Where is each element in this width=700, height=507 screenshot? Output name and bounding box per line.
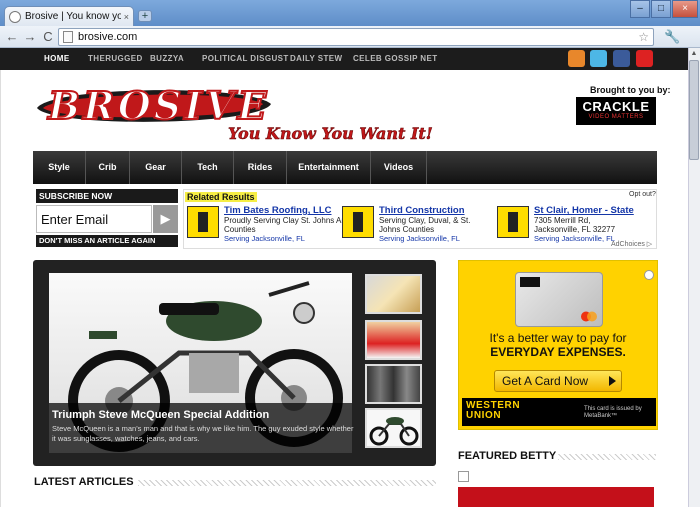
wrench-menu-icon[interactable]: 🔧 (664, 29, 680, 45)
western-union-logo: WESTERN UNION (466, 401, 520, 421)
sponsor-label: Brought to you by: (590, 85, 671, 95)
topnav-home[interactable]: HOME (44, 54, 70, 63)
ad-close-icon[interactable] (644, 270, 654, 280)
url-text[interactable]: brosive.com (78, 31, 638, 43)
featured-betty-image[interactable] (458, 487, 654, 507)
latest-articles-heading: LATEST ARTICLES (34, 476, 134, 488)
ad-listing-title[interactable]: St Clair, Homer - State (534, 205, 634, 216)
favicon-icon (9, 10, 21, 23)
sponsor-sub: VIDEO MATTERS (588, 114, 644, 120)
rss-icon[interactable] (568, 50, 585, 67)
cat-rides[interactable]: Rides (234, 151, 287, 184)
maximize-button[interactable]: □ (651, 0, 671, 18)
scrollbar-thumb[interactable] (689, 60, 699, 160)
category-nav: Style Crib Gear Tech Rides Entertainment… (33, 151, 657, 184)
tab-title: Brosive | You know you want it (25, 11, 121, 22)
browser-toolbar: ← → C brosive.com ☆ 🔧 (0, 26, 700, 48)
slider-thumb[interactable] (365, 320, 422, 360)
scroll-up-arrow[interactable]: ▲ (689, 49, 699, 59)
featured-description: Steve McQueen is a man's man and that is… (52, 424, 354, 443)
topnav-daily-stew[interactable]: DAILY STEW (290, 54, 342, 63)
page-icon (63, 31, 73, 43)
ad-opt-out-link[interactable]: Opt out? (629, 191, 656, 198)
cat-entertainment[interactable]: Entertainment (287, 151, 371, 184)
subscribe-heading: SUBSCRIBE NOW (36, 189, 178, 203)
wu-ad-line2: EVERYDAY EXPENSES. (490, 345, 626, 359)
cat-gear[interactable]: Gear (130, 151, 182, 184)
slider-thumb[interactable] (365, 408, 422, 448)
back-button[interactable]: ← (4, 29, 20, 45)
address-bar[interactable]: brosive.com ☆ (58, 28, 654, 46)
wu-card-note: This card is issued by MetaBank™ (584, 406, 642, 419)
reload-button[interactable]: C (40, 29, 56, 45)
browser-tab[interactable]: Brosive | You know you want it × (4, 6, 134, 26)
featured-betty-heading: FEATURED BETTY (458, 450, 557, 462)
cat-tech[interactable]: Tech (182, 151, 234, 184)
heading-divider (138, 480, 436, 486)
topnav-celeb-gossip[interactable]: CELEB GOSSIP NET (353, 54, 438, 63)
ad-listing: St Clair, Homer - State 7305 Merrill Rd,… (534, 205, 634, 243)
prepaid-card-image (515, 272, 603, 327)
crackle-sponsor-logo[interactable]: CRACKLE VIDEO MATTERS (576, 97, 656, 125)
cat-style[interactable]: Style (33, 151, 86, 184)
email-input[interactable] (36, 205, 152, 233)
sponsor-name: CRACKLE (582, 99, 650, 114)
ad-listing-desc: Serving Clay, Duval, & St. Johns Countie… (379, 216, 471, 234)
cat-crib[interactable]: Crib (86, 151, 130, 184)
featured-title[interactable]: Triumph Steve McQueen Special Addition (52, 409, 269, 421)
facebook-icon[interactable] (613, 50, 630, 67)
topnav-buzzya[interactable]: BUZZYA (150, 54, 184, 63)
logo-text: BROSIVE (47, 83, 270, 129)
topnav-therugged[interactable]: THERUGGED (88, 54, 143, 63)
ad-listing-desc: 7305 Merrill Rd, Jacksonville, FL 32277 (534, 216, 616, 234)
ad-listing: Third Construction Serving Clay, Duval, … (379, 205, 489, 243)
mastercard-icon (581, 311, 597, 322)
ad-header: Related Results (185, 192, 257, 202)
yellow-pages-icon (497, 206, 529, 238)
wu-brand-line2: UNION (466, 410, 502, 421)
minimize-button[interactable]: – (630, 0, 650, 18)
subscribe-footer: DON'T MISS AN ARTICLE AGAIN (36, 235, 178, 247)
slider-thumb[interactable] (365, 274, 422, 314)
heading-divider (558, 454, 656, 460)
bookmark-star-icon[interactable]: ☆ (638, 30, 649, 44)
adchoices-icon[interactable]: AdChoices ▷ (611, 240, 652, 248)
broken-image-icon (458, 471, 469, 482)
tab-close-icon[interactable]: × (124, 12, 129, 22)
yellow-pages-icon (342, 206, 374, 238)
arrow-right-icon (609, 376, 616, 386)
youtube-icon[interactable] (636, 50, 653, 67)
get-card-button[interactable]: Get A Card Now (494, 370, 622, 392)
get-card-label: Get A Card Now (502, 374, 589, 388)
wu-ad-line1: It's a better way to pay for (489, 331, 627, 345)
forward-button[interactable]: → (22, 29, 38, 45)
cat-videos[interactable]: Videos (371, 151, 427, 184)
new-tab-button[interactable]: + (138, 10, 152, 22)
window-close-button[interactable]: × (672, 0, 698, 18)
tagline: You Know You Want It! (228, 124, 433, 144)
topnav-political-disgust[interactable]: POLITICAL DISGUST (202, 54, 289, 63)
yellow-pages-icon (187, 206, 219, 238)
ad-listing-location[interactable]: Serving Jacksonville, FL (379, 234, 489, 243)
slider-thumb[interactable] (365, 364, 422, 404)
twitter-icon[interactable] (590, 50, 607, 67)
ad-listing-title[interactable]: Third Construction (379, 205, 489, 216)
subscribe-submit-button[interactable]: ▶ (153, 205, 178, 233)
